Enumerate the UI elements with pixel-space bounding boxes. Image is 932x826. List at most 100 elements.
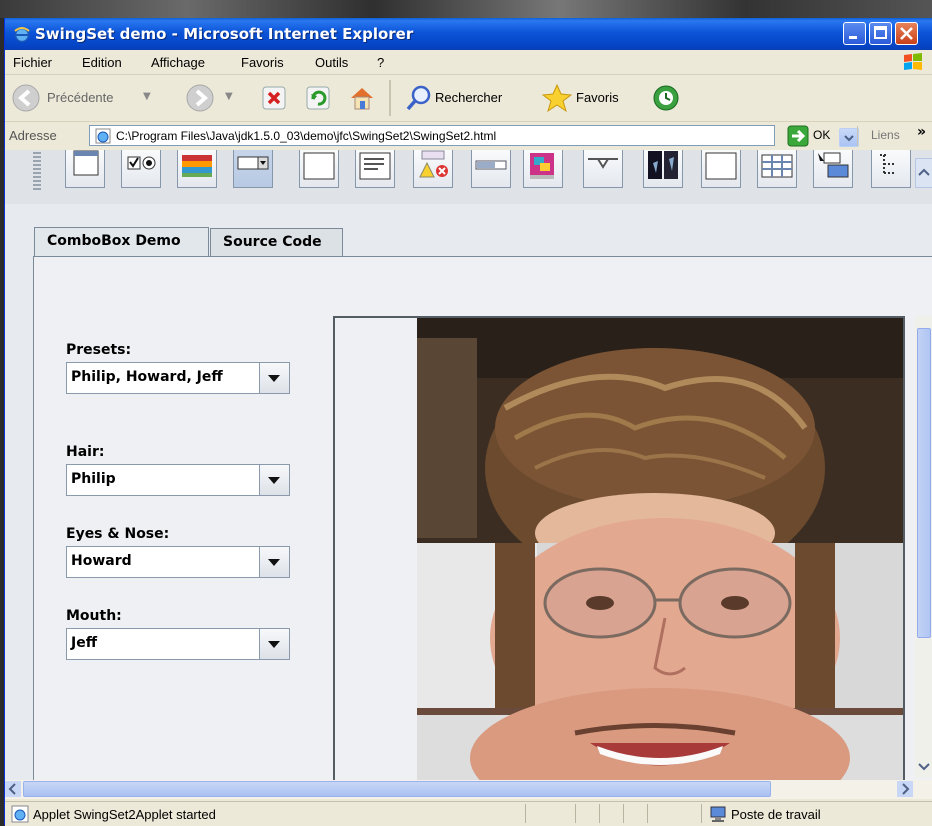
menu-edition[interactable]: Edition <box>82 55 122 70</box>
scroll-right-icon[interactable] <box>897 781 913 797</box>
window-title: SwingSet demo - Microsoft Internet Explo… <box>35 25 414 43</box>
go-button[interactable]: OK <box>787 125 847 147</box>
status-divider <box>623 804 624 823</box>
eyes-nose-value: Howard <box>71 553 132 569</box>
demo-button-tabbed-pane[interactable] <box>701 150 741 188</box>
demo-button-scroll-pane[interactable] <box>523 150 563 188</box>
demo-button-combobox[interactable] <box>233 150 273 188</box>
vertical-scrollbar[interactable] <box>915 316 932 778</box>
scroll-left-icon[interactable] <box>5 781 21 797</box>
minimize-icon <box>849 36 857 39</box>
ie-status-icon <box>11 805 29 823</box>
address-input[interactable]: C:\Program Files\Java\jdk1.5.0_03\demo\j… <box>89 125 859 147</box>
search-button[interactable]: Rechercher <box>405 81 530 115</box>
demo-button-file-chooser[interactable] <box>299 150 339 188</box>
presets-value: Philip, Howard, Jeff <box>71 369 223 385</box>
mouth-combobox[interactable]: Jeff <box>66 628 290 660</box>
split-pane-icon <box>648 151 678 179</box>
demo-button-split-pane[interactable] <box>643 150 683 188</box>
hair-combobox[interactable]: Philip <box>66 464 290 496</box>
hair-label: Hair: <box>66 444 105 460</box>
ie-icon <box>14 27 30 43</box>
file-chooser-icon <box>303 152 335 180</box>
eyes-nose-label: Eyes & Nose: <box>66 526 170 542</box>
hair-dropdown-button[interactable] <box>259 465 289 495</box>
status-divider <box>575 804 576 823</box>
computer-icon <box>710 806 726 822</box>
status-divider <box>525 804 526 823</box>
back-dropdown-icon[interactable]: ▼ <box>143 91 151 102</box>
triangle-down-icon <box>268 375 280 382</box>
favorites-button[interactable]: Favoris <box>542 81 642 115</box>
links-chevron-icon[interactable]: » <box>917 124 926 140</box>
demo-button-tree[interactable] <box>871 150 911 188</box>
demo-button-checkbox[interactable] <box>121 150 161 188</box>
menu-bar: Fichier Edition Affichage Favoris Outils… <box>5 50 932 75</box>
links-label[interactable]: Liens <box>871 128 900 142</box>
swingset-applet: ComboBox Demo Source Code Presets: Phili… <box>5 150 932 780</box>
forward-button[interactable]: ▼ <box>185 81 241 115</box>
demo-button-slider[interactable] <box>583 150 623 188</box>
color-chooser-icon <box>182 155 212 177</box>
toolbar-grip[interactable] <box>33 152 41 192</box>
back-button[interactable]: Précédente ▼ <box>11 81 161 115</box>
refresh-icon[interactable] <box>305 85 331 111</box>
triangle-down-icon <box>268 477 280 484</box>
hair-value: Philip <box>71 471 116 487</box>
face-image-panel <box>333 316 905 780</box>
checkbox-radio-icon <box>127 156 156 170</box>
demo-button-tooltip[interactable] <box>813 150 853 188</box>
demo-button-internal-frame[interactable] <box>65 150 105 188</box>
minimize-button[interactable] <box>843 22 866 45</box>
eyes-nose-dropdown-button[interactable] <box>259 547 289 577</box>
menu-favoris[interactable]: Favoris <box>241 55 284 70</box>
table-icon <box>761 154 793 178</box>
address-label: Adresse <box>9 128 57 143</box>
tabbed-pane-icon <box>705 152 737 180</box>
tab-combobox-demo[interactable]: ComboBox Demo <box>34 227 209 257</box>
history-icon[interactable] <box>651 83 681 113</box>
scroll-down-icon[interactable] <box>916 758 932 776</box>
status-divider <box>647 804 648 823</box>
menu-fichier[interactable]: Fichier <box>13 55 52 70</box>
mouth-value: Jeff <box>71 635 98 651</box>
maximize-button[interactable] <box>869 22 892 45</box>
favorites-label: Favoris <box>576 90 619 105</box>
menu-help[interactable]: ? <box>377 55 384 70</box>
standard-toolbar: Précédente ▼ ▼ Rechercher Favoris <box>5 75 932 122</box>
tree-icon <box>880 154 894 174</box>
demo-button-option-pane[interactable] <box>413 150 453 188</box>
horizontal-scroll-thumb[interactable] <box>23 781 771 797</box>
home-icon[interactable] <box>347 83 377 113</box>
demo-button-progress-bar[interactable] <box>471 150 511 188</box>
forward-dropdown-icon[interactable]: ▼ <box>225 91 233 102</box>
presets-combobox[interactable]: Philip, Howard, Jeff <box>66 362 290 394</box>
warning-error-icon <box>419 150 448 178</box>
tooltip-icon <box>818 152 849 178</box>
tab-source-code[interactable]: Source Code <box>210 228 343 256</box>
vertical-scroll-thumb[interactable] <box>917 328 931 638</box>
close-icon <box>900 27 913 40</box>
demo-button-html[interactable] <box>355 150 395 188</box>
eyes-nose-combobox[interactable]: Howard <box>66 546 290 578</box>
title-bar[interactable]: SwingSet demo - Microsoft Internet Explo… <box>5 18 932 50</box>
search-label: Rechercher <box>435 90 503 105</box>
face-composite-image <box>417 318 903 780</box>
mouth-dropdown-button[interactable] <box>259 629 289 659</box>
menu-outils[interactable]: Outils <box>315 55 348 70</box>
horizontal-scrollbar[interactable] <box>5 780 932 799</box>
status-text: Applet SwingSet2Applet started <box>33 807 216 822</box>
browser-window: SwingSet demo - Microsoft Internet Explo… <box>4 18 932 826</box>
demo-button-table[interactable] <box>757 150 797 188</box>
forward-arrow-icon <box>186 84 214 112</box>
address-url: C:\Program Files\Java\jdk1.5.0_03\demo\j… <box>116 129 497 143</box>
menu-affichage[interactable]: Affichage <box>151 55 205 70</box>
close-button[interactable] <box>895 22 918 45</box>
editor-pane-icon <box>359 152 391 180</box>
stop-icon[interactable] <box>261 85 287 111</box>
toolbar-scroll-up-button[interactable] <box>915 158 932 188</box>
presets-dropdown-button[interactable] <box>259 363 289 393</box>
desktop-background <box>0 0 932 18</box>
demo-button-color-chooser[interactable] <box>177 150 217 188</box>
status-divider <box>599 804 600 823</box>
